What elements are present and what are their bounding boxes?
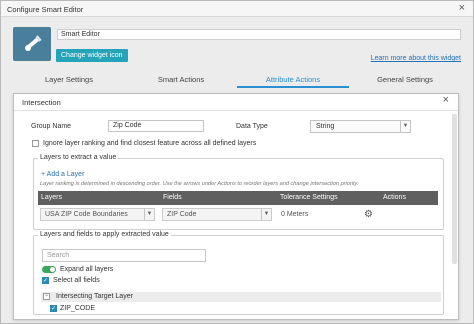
tolerance-value: 0 Meters bbox=[281, 211, 309, 218]
zip-code-field-checkbox[interactable]: ✓ bbox=[50, 305, 57, 312]
expand-all-label: Expand all layers bbox=[60, 266, 114, 273]
apply-value-legend: Layers and fields to apply extracted val… bbox=[38, 231, 171, 238]
data-type-label: Data Type bbox=[236, 123, 268, 130]
apply-value-section: Layers and fields to apply extracted val… bbox=[33, 231, 444, 315]
widget-name-input[interactable]: Smart Editor bbox=[57, 29, 461, 40]
chevron-down-icon: ▼ bbox=[400, 121, 410, 132]
layers-extract-legend: Layers to extract a value bbox=[38, 154, 119, 161]
select-all-label: Select all fields bbox=[53, 277, 100, 284]
window-titlebar: Configure Smart Editor × bbox=[1, 1, 473, 17]
search-input[interactable]: Search bbox=[42, 249, 206, 262]
select-all-checkbox[interactable]: ✓ bbox=[42, 277, 49, 284]
learn-more-link[interactable]: Learn more about this widget bbox=[371, 55, 461, 62]
tab-attribute-actions[interactable]: Attribute Actions bbox=[237, 72, 349, 88]
ignore-ranking-label: Ignore layer ranking and find closest fe… bbox=[43, 140, 257, 147]
dialog-close-icon[interactable]: × bbox=[443, 94, 449, 106]
tab-bar: Layer Settings Smart Actions Attribute A… bbox=[13, 72, 463, 88]
toggle-knob bbox=[50, 267, 55, 272]
intersection-dialog: Intersection × Group Name Zip Code Data … bbox=[13, 93, 459, 320]
layer-select[interactable]: USA ZIP Code Boundaries ▼ bbox=[40, 208, 155, 221]
layers-table-header: Layers Fields Tolerance Settings Actions bbox=[38, 191, 438, 205]
field-select-value: ZIP Code bbox=[167, 211, 197, 218]
tab-layer-settings[interactable]: Layer Settings bbox=[13, 72, 125, 88]
add-layer-label: Add a Layer bbox=[46, 171, 85, 178]
column-tolerance: Tolerance Settings bbox=[280, 194, 338, 201]
tab-smart-actions[interactable]: Smart Actions bbox=[125, 72, 237, 88]
group-name-label: Group Name bbox=[31, 123, 72, 130]
column-actions: Actions bbox=[383, 194, 406, 201]
ranking-hint: Layer ranking is determined in descendin… bbox=[40, 181, 359, 187]
chevron-down-icon: ▼ bbox=[261, 209, 271, 220]
gear-icon[interactable]: ⚙ bbox=[364, 208, 373, 221]
column-layers: Layers bbox=[41, 194, 63, 201]
window-close-icon[interactable]: × bbox=[459, 2, 465, 14]
expand-all-toggle[interactable] bbox=[42, 266, 56, 273]
add-layer-button[interactable]: + Add a Layer bbox=[41, 171, 84, 178]
window-title: Configure Smart Editor bbox=[7, 5, 84, 14]
tab-general-settings[interactable]: General Settings bbox=[349, 72, 461, 88]
dialog-title: Intersection bbox=[22, 98, 61, 107]
column-fields: Fields bbox=[163, 194, 182, 201]
chevron-down-icon: ▼ bbox=[144, 209, 154, 220]
table-row: USA ZIP Code Boundaries ▼ ZIP Code ▼ 0 M… bbox=[38, 206, 438, 223]
target-layer-label: Intersecting Target Layer bbox=[56, 293, 133, 300]
data-type-select[interactable]: String ▼ bbox=[310, 120, 411, 133]
widget-icon-preview bbox=[13, 27, 51, 61]
layers-extract-section: Layers to extract a value + Add a Layer … bbox=[33, 154, 444, 230]
collapse-icon[interactable]: − bbox=[43, 293, 50, 300]
change-widget-icon-button[interactable]: Change widget icon bbox=[56, 49, 128, 62]
layer-select-value: USA ZIP Code Boundaries bbox=[45, 211, 128, 218]
zip-code-field-label: ZIP_CODE bbox=[60, 305, 96, 312]
ignore-ranking-checkbox[interactable] bbox=[32, 140, 39, 147]
group-name-input[interactable]: Zip Code bbox=[108, 120, 204, 132]
dialog-scrollbar[interactable] bbox=[452, 114, 457, 264]
intersecting-target-layer-group[interactable]: − Intersecting Target Layer bbox=[41, 292, 441, 302]
wrench-pencil-icon bbox=[25, 35, 42, 51]
dialog-divider bbox=[14, 110, 458, 111]
data-type-value: String bbox=[316, 123, 335, 130]
field-select[interactable]: ZIP Code ▼ bbox=[162, 208, 272, 221]
